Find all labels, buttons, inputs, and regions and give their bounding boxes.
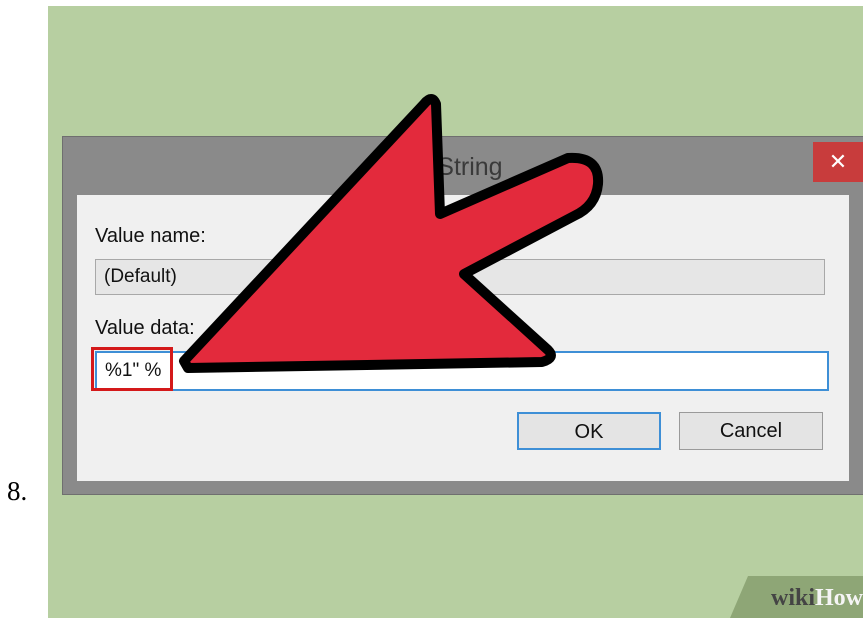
screenshot-canvas: t String ✕ Value name: (Default) Value d… [48,6,863,618]
wikihow-watermark: wikiHow [770,585,863,611]
watermark-band [730,576,863,618]
step-number: 8. [7,476,28,506]
